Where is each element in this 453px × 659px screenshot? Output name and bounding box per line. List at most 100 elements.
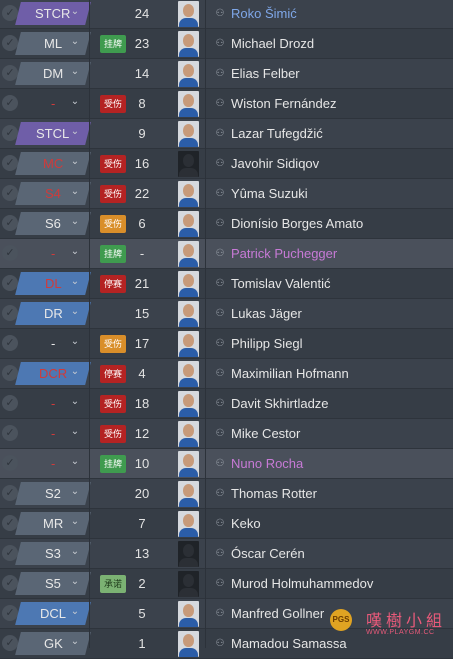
player-row[interactable]: ✓ - ⌄ 受伤 17 ⚇ Philipp Siegl: [0, 329, 453, 359]
player-row[interactable]: ✓ STCR ⌄ 24 ⚇ Roko Šimić: [0, 0, 453, 29]
player-row[interactable]: ✓ MR ⌄ 7 ⚇ Keko: [0, 509, 453, 539]
watermark-url: WWW.PLAYGM.CC: [366, 629, 435, 636]
chevron-down-icon[interactable]: ⌄: [68, 245, 82, 259]
chevron-down-icon[interactable]: ⌄: [68, 635, 82, 649]
player-photo: [178, 421, 199, 447]
player-name[interactable]: Manfred Gollner: [231, 599, 324, 629]
chevron-down-icon[interactable]: ⌄: [68, 35, 82, 49]
player-row[interactable]: ✓ STCL ⌄ 9 ⚇ Lazar Tufegdžić: [0, 119, 453, 149]
player-name[interactable]: Yûma Suzuki: [231, 179, 308, 209]
player-name[interactable]: Lukas Jäger: [231, 299, 302, 329]
player-photo: [178, 211, 199, 237]
player-photo: [178, 541, 199, 567]
person-icon: ⚇: [215, 188, 225, 199]
column-divider: [205, 0, 206, 648]
player-photo: [178, 241, 199, 267]
player-name[interactable]: Murod Holmuhammedov: [231, 569, 373, 599]
chevron-down-icon[interactable]: ⌄: [68, 305, 82, 319]
player-name[interactable]: Wiston Fernández: [231, 89, 337, 119]
shirt-number: 7: [138, 516, 146, 531]
chevron-down-icon[interactable]: ⌄: [68, 545, 82, 559]
player-photo: [178, 121, 199, 147]
player-photo: [178, 271, 199, 297]
chevron-down-icon[interactable]: ⌄: [68, 185, 82, 199]
chevron-down-icon[interactable]: ⌄: [68, 395, 82, 409]
shirt-number: 6: [138, 216, 146, 231]
player-row[interactable]: ✓ S2 ⌄ 20 ⚇ Thomas Rotter: [0, 479, 453, 509]
chevron-down-icon[interactable]: ⌄: [68, 515, 82, 529]
shirt-number: 5: [138, 606, 146, 621]
player-name[interactable]: Philipp Siegl: [231, 329, 303, 359]
player-row[interactable]: ✓ S5 ⌄ 承诺 2 ⚇ Murod Holmuhammedov: [0, 569, 453, 599]
chevron-down-icon[interactable]: ⌄: [68, 65, 82, 79]
player-row[interactable]: ✓ DM ⌄ 14 ⚇ Elias Felber: [0, 59, 453, 89]
shirt-number: 17: [134, 336, 150, 351]
chevron-down-icon[interactable]: ⌄: [68, 5, 82, 19]
player-name[interactable]: Michael Drozd: [231, 29, 314, 59]
chevron-down-icon[interactable]: ⌄: [68, 215, 82, 229]
player-name[interactable]: Keko: [231, 509, 261, 539]
chevron-down-icon[interactable]: ⌄: [68, 605, 82, 619]
chevron-down-icon[interactable]: ⌄: [68, 425, 82, 439]
chevron-down-icon[interactable]: ⌄: [68, 455, 82, 469]
chevron-down-icon[interactable]: ⌄: [68, 365, 82, 379]
chevron-down-icon[interactable]: ⌄: [68, 155, 82, 169]
status-badge: 挂牌: [100, 455, 126, 473]
shirt-number: 22: [134, 186, 150, 201]
person-icon: ⚇: [215, 578, 225, 589]
player-photo: [178, 391, 199, 417]
player-name[interactable]: Mike Cestor: [231, 419, 300, 449]
player-row[interactable]: ✓ S3 ⌄ 13 ⚇ Óscar Cerén: [0, 539, 453, 569]
player-photo: [178, 511, 199, 537]
player-name[interactable]: Lazar Tufegdžić: [231, 119, 323, 149]
status-badge: 挂牌: [100, 245, 126, 263]
player-row[interactable]: ✓ - ⌄ 受伤 12 ⚇ Mike Cestor: [0, 419, 453, 449]
player-row[interactable]: ✓ - ⌄ 挂牌 10 ⚇ Nuno Rocha: [0, 449, 453, 479]
player-row[interactable]: ✓ S6 ⌄ 受伤 6 ⚇ Dionísio Borges Amato: [0, 209, 453, 239]
player-name[interactable]: Óscar Cerén: [231, 539, 305, 569]
player-row[interactable]: ✓ DCR ⌄ 停赛 4 ⚇ Maximilian Hofmann: [0, 359, 453, 389]
position-label: DL: [44, 276, 62, 291]
player-row[interactable]: ✓ DR ⌄ 15 ⚇ Lukas Jäger: [0, 299, 453, 329]
column-divider: [89, 0, 90, 648]
player-name[interactable]: Nuno Rocha: [231, 449, 303, 479]
position-label: DR: [43, 306, 63, 321]
position-label: STCR: [35, 6, 71, 21]
player-name[interactable]: Dionísio Borges Amato: [231, 209, 363, 239]
player-row[interactable]: ✓ - ⌄ 受伤 8 ⚇ Wiston Fernández: [0, 89, 453, 119]
player-row[interactable]: ✓ DL ⌄ 停赛 21 ⚇ Tomislav Valentić: [0, 269, 453, 299]
player-row[interactable]: ✓ S4 ⌄ 受伤 22 ⚇ Yûma Suzuki: [0, 179, 453, 209]
chevron-down-icon[interactable]: ⌄: [68, 335, 82, 349]
status-badge: 受伤: [100, 335, 126, 353]
chevron-down-icon[interactable]: ⌄: [68, 575, 82, 589]
player-name[interactable]: Roko Šimić: [231, 0, 297, 29]
person-icon: ⚇: [215, 518, 225, 529]
position-label: MC: [42, 156, 64, 171]
status-badge: 受伤: [100, 95, 126, 113]
player-name[interactable]: Maximilian Hofmann: [231, 359, 349, 389]
chevron-down-icon[interactable]: ⌄: [68, 485, 82, 499]
player-photo: [178, 481, 199, 507]
player-name[interactable]: Tomislav Valentić: [231, 269, 330, 299]
player-name[interactable]: Thomas Rotter: [231, 479, 317, 509]
player-name[interactable]: Davit Skhirtladze: [231, 389, 329, 419]
person-icon: ⚇: [215, 218, 225, 229]
chevron-down-icon[interactable]: ⌄: [68, 95, 82, 109]
player-row[interactable]: ✓ ML ⌄ 挂牌 23 ⚇ Michael Drozd: [0, 29, 453, 59]
player-row[interactable]: ✓ - ⌄ 受伤 18 ⚇ Davit Skhirtladze: [0, 389, 453, 419]
player-row[interactable]: ✓ - ⌄ 挂牌 - ⚇ Patrick Puchegger: [0, 239, 453, 269]
status-badge: 受伤: [100, 215, 126, 233]
player-name[interactable]: Patrick Puchegger: [231, 239, 337, 269]
player-name[interactable]: Javohir Sidiqov: [231, 149, 319, 179]
player-name[interactable]: Elias Felber: [231, 59, 300, 89]
person-icon: ⚇: [215, 428, 225, 439]
player-photo: [178, 601, 199, 627]
chevron-down-icon[interactable]: ⌄: [68, 275, 82, 289]
position-label: -: [50, 96, 56, 111]
player-photo: [178, 181, 199, 207]
person-icon: ⚇: [215, 398, 225, 409]
position-label: -: [50, 246, 56, 261]
chevron-down-icon[interactable]: ⌄: [68, 125, 82, 139]
player-row[interactable]: ✓ MC ⌄ 受伤 16 ⚇ Javohir Sidiqov: [0, 149, 453, 179]
player-photo: [178, 361, 199, 387]
